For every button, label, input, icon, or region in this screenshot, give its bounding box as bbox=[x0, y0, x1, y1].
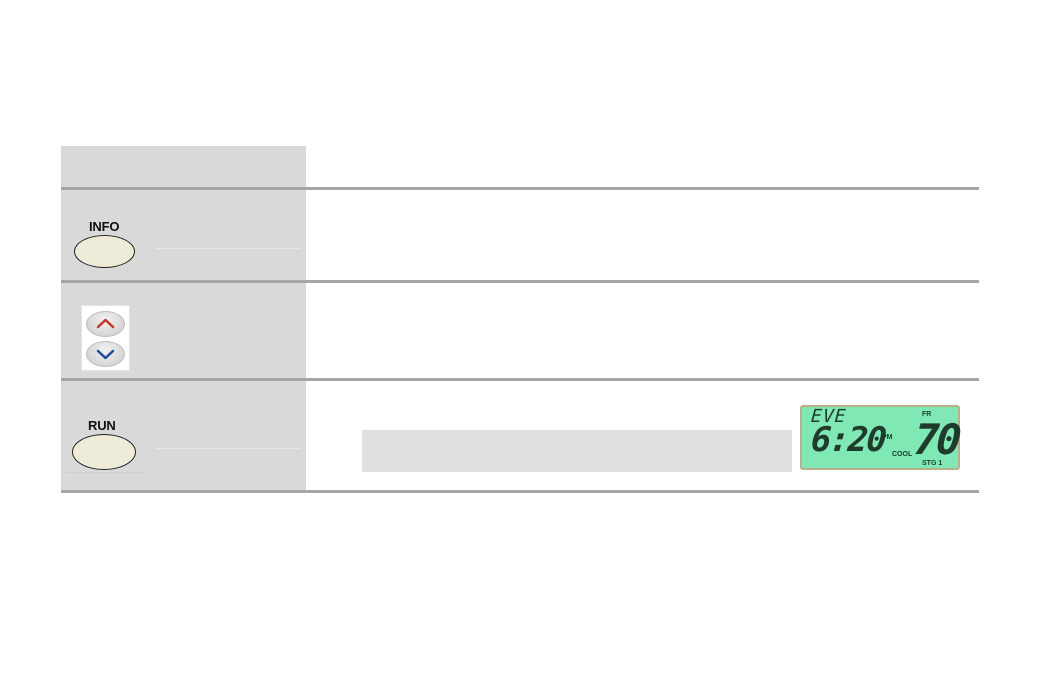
lcd-temperature: 70 bbox=[912, 415, 961, 464]
up-arrow-button[interactable] bbox=[86, 311, 125, 337]
lcd-time: 6:20 bbox=[809, 420, 887, 460]
highlight-bar bbox=[362, 430, 792, 472]
button-reference-table: INFO RUN EVE FR 6:20 PM COOL 70 STG 1 bbox=[61, 146, 979, 494]
run-button-label: RUN bbox=[88, 418, 116, 433]
down-arrow-button[interactable] bbox=[86, 341, 125, 367]
table-rule bbox=[61, 378, 979, 381]
table-rule bbox=[61, 490, 979, 493]
table-rule bbox=[61, 187, 979, 190]
thermostat-lcd-display: EVE FR 6:20 PM COOL 70 STG 1 bbox=[800, 405, 960, 470]
chevron-down-icon bbox=[96, 349, 115, 360]
lcd-ampm: PM bbox=[882, 434, 893, 441]
run-button[interactable] bbox=[72, 434, 136, 470]
info-button-label: INFO bbox=[89, 219, 120, 234]
divider bbox=[66, 371, 143, 372]
divider bbox=[155, 248, 300, 249]
info-button[interactable] bbox=[74, 235, 135, 268]
table-rule bbox=[61, 280, 979, 283]
divider bbox=[66, 472, 143, 473]
chevron-up-icon bbox=[96, 318, 115, 329]
arrow-buttons-panel bbox=[81, 305, 130, 371]
divider bbox=[155, 448, 300, 449]
lcd-stage: STG 1 bbox=[922, 460, 943, 467]
lcd-mode: COOL bbox=[892, 451, 913, 458]
